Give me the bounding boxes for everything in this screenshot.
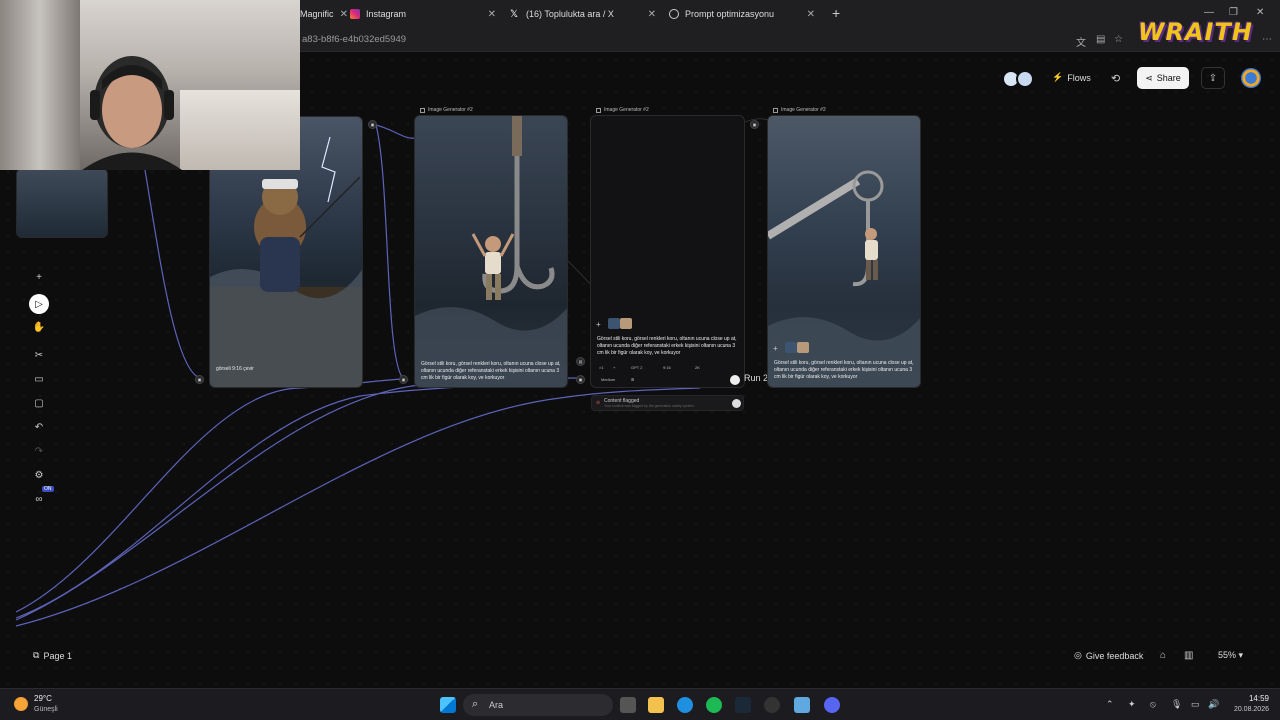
streamer-image (82, 56, 182, 170)
microphone-icon[interactable]: 🎙 (1171, 699, 1182, 710)
discord-icon[interactable] (824, 697, 840, 713)
tray-overflow-icon[interactable]: ⌃ (1106, 699, 1114, 710)
clock-date[interactable]: 20.08.2026 (1227, 706, 1269, 713)
node-title: Image Generator #2 (596, 107, 649, 113)
scissors-icon[interactable]: ✂ (28, 346, 50, 364)
notepad-icon[interactable] (794, 697, 810, 713)
output-port[interactable]: ▣ (368, 120, 377, 129)
edge-icon[interactable] (677, 697, 693, 713)
redo-icon[interactable]: ↷ (28, 442, 50, 460)
webcam-overlay (0, 0, 300, 170)
comment-icon[interactable]: ▢ (28, 394, 50, 412)
on-badge: ON (42, 486, 54, 492)
hand-icon[interactable]: ✋ (28, 318, 50, 336)
node-title: Image Generator #2 (773, 107, 826, 113)
warning-icon: ⊘ (596, 400, 601, 406)
collaborators (1002, 68, 1034, 90)
add-icon[interactable]: + (28, 268, 50, 286)
flows-button[interactable]: ⚡ Flows (1052, 72, 1091, 83)
zoom-control[interactable]: 55% ▾ (1218, 650, 1243, 661)
reference-thumbnail[interactable] (608, 318, 620, 329)
output-port[interactable]: ▤ (576, 357, 585, 366)
node-title: Image Generator #2 (420, 107, 473, 113)
minimap-icon[interactable]: ▥ (1184, 650, 1193, 661)
content-flagged-notice: ⊘ Content flagged Your content was flagg… (591, 395, 744, 411)
info-icon[interactable] (732, 399, 741, 408)
avatar[interactable] (1016, 70, 1034, 88)
sun-icon[interactable] (14, 697, 28, 711)
share-icon: ⋖ (1145, 72, 1153, 83)
add-reference-button[interactable]: + (596, 320, 601, 329)
node-caption: Görsel stili koru, görsel renkleri koru,… (774, 360, 914, 380)
image-node-generator-2[interactable]: + Görsel stili koru, görsel renkleri kor… (590, 115, 745, 388)
reference-thumbnail[interactable] (797, 342, 809, 353)
image-node-reference[interactable] (16, 168, 108, 238)
export-button[interactable]: ⇪ (1201, 67, 1225, 89)
hook-man-image (415, 116, 567, 387)
volume-icon[interactable]: 🔊 (1208, 699, 1219, 710)
options-icon[interactable]: ⊞ (631, 377, 634, 382)
clock-time[interactable]: 14:59 (1227, 694, 1269, 703)
search-icon: ⌕ (472, 698, 479, 710)
image-node-generator-3[interactable]: + Görsel stili koru, görsel renkleri kor… (767, 115, 921, 388)
learn-icon[interactable]: ⌂ (1160, 650, 1166, 661)
mute-icon[interactable]: ⦸ (1150, 699, 1156, 710)
ratio-select[interactable]: 9:16 (663, 365, 671, 370)
reference-thumbnail[interactable] (785, 342, 797, 353)
settings-icon[interactable]: ⚙ (28, 466, 50, 484)
plus-icon[interactable]: + (613, 365, 615, 370)
node-caption: görseli 9:16 çevir (216, 366, 254, 372)
history-icon[interactable]: ⟲ (1111, 72, 1120, 85)
run-button[interactable] (730, 375, 740, 385)
page-selector[interactable]: ⧉ Page 1 (33, 650, 72, 661)
undo-icon[interactable]: ↶ (28, 418, 50, 436)
give-feedback-button[interactable]: ◎ Give feedback (1074, 650, 1143, 661)
page-icon: ⧉ (33, 650, 40, 660)
display-icon[interactable]: ▭ (1191, 699, 1200, 710)
model-select[interactable]: GPT 2 (631, 365, 643, 370)
resolution-select[interactable]: 2K (695, 365, 700, 370)
feedback-icon: ◎ (1074, 650, 1082, 660)
task-view-icon[interactable] (620, 697, 636, 713)
steam-tray-icon[interactable]: ✦ (1128, 699, 1136, 710)
image-node-generator-1[interactable]: Görsel stili koru, görsel renkleri koru,… (414, 115, 568, 388)
quality-select[interactable]: Medium (601, 377, 615, 382)
share-button[interactable]: ⋖ Share (1137, 67, 1189, 89)
add-reference-button[interactable]: + (773, 344, 778, 353)
spotify-icon[interactable] (706, 697, 722, 713)
node-caption: Görsel stili koru, görsel renkleri koru,… (421, 361, 561, 381)
temperature: 29°C (34, 694, 52, 703)
count-select[interactable]: ×1 (599, 365, 604, 370)
input-port[interactable]: ▣ (195, 375, 204, 384)
user-avatar[interactable] (1241, 68, 1261, 88)
steam-icon[interactable] (735, 697, 751, 713)
file-explorer-icon[interactable] (648, 697, 664, 713)
weather-description: Güneşli (34, 706, 58, 713)
output-port[interactable]: ▣ (750, 120, 759, 129)
prompt-textarea[interactable]: Görsel stili koru, görsel renkleri koru,… (597, 336, 739, 356)
input-port[interactable]: ▣ (399, 375, 408, 384)
lightning-icon: ⚡ (1052, 72, 1064, 82)
windows-start-icon[interactable] (440, 697, 456, 713)
output-port[interactable]: ▣ (576, 375, 585, 384)
frame-icon[interactable]: ▭ (28, 370, 50, 388)
windows-taskbar: 29°C Güneşli ⌕ Ara ⌃ ✦ ⦸ 🎙 ▭ 🔊 14:59 20.… (0, 688, 1280, 720)
app-icon[interactable] (764, 697, 780, 713)
wraith-logo: WRAITH (1138, 18, 1253, 46)
infinity-icon[interactable]: ∞ (28, 490, 50, 508)
taskbar-search[interactable]: ⌕ Ara (463, 694, 613, 716)
pointer-icon[interactable]: ▷ (29, 294, 49, 314)
reference-thumbnail[interactable] (620, 318, 632, 329)
flagged-detail: Your content was flagged by the generati… (604, 404, 695, 408)
